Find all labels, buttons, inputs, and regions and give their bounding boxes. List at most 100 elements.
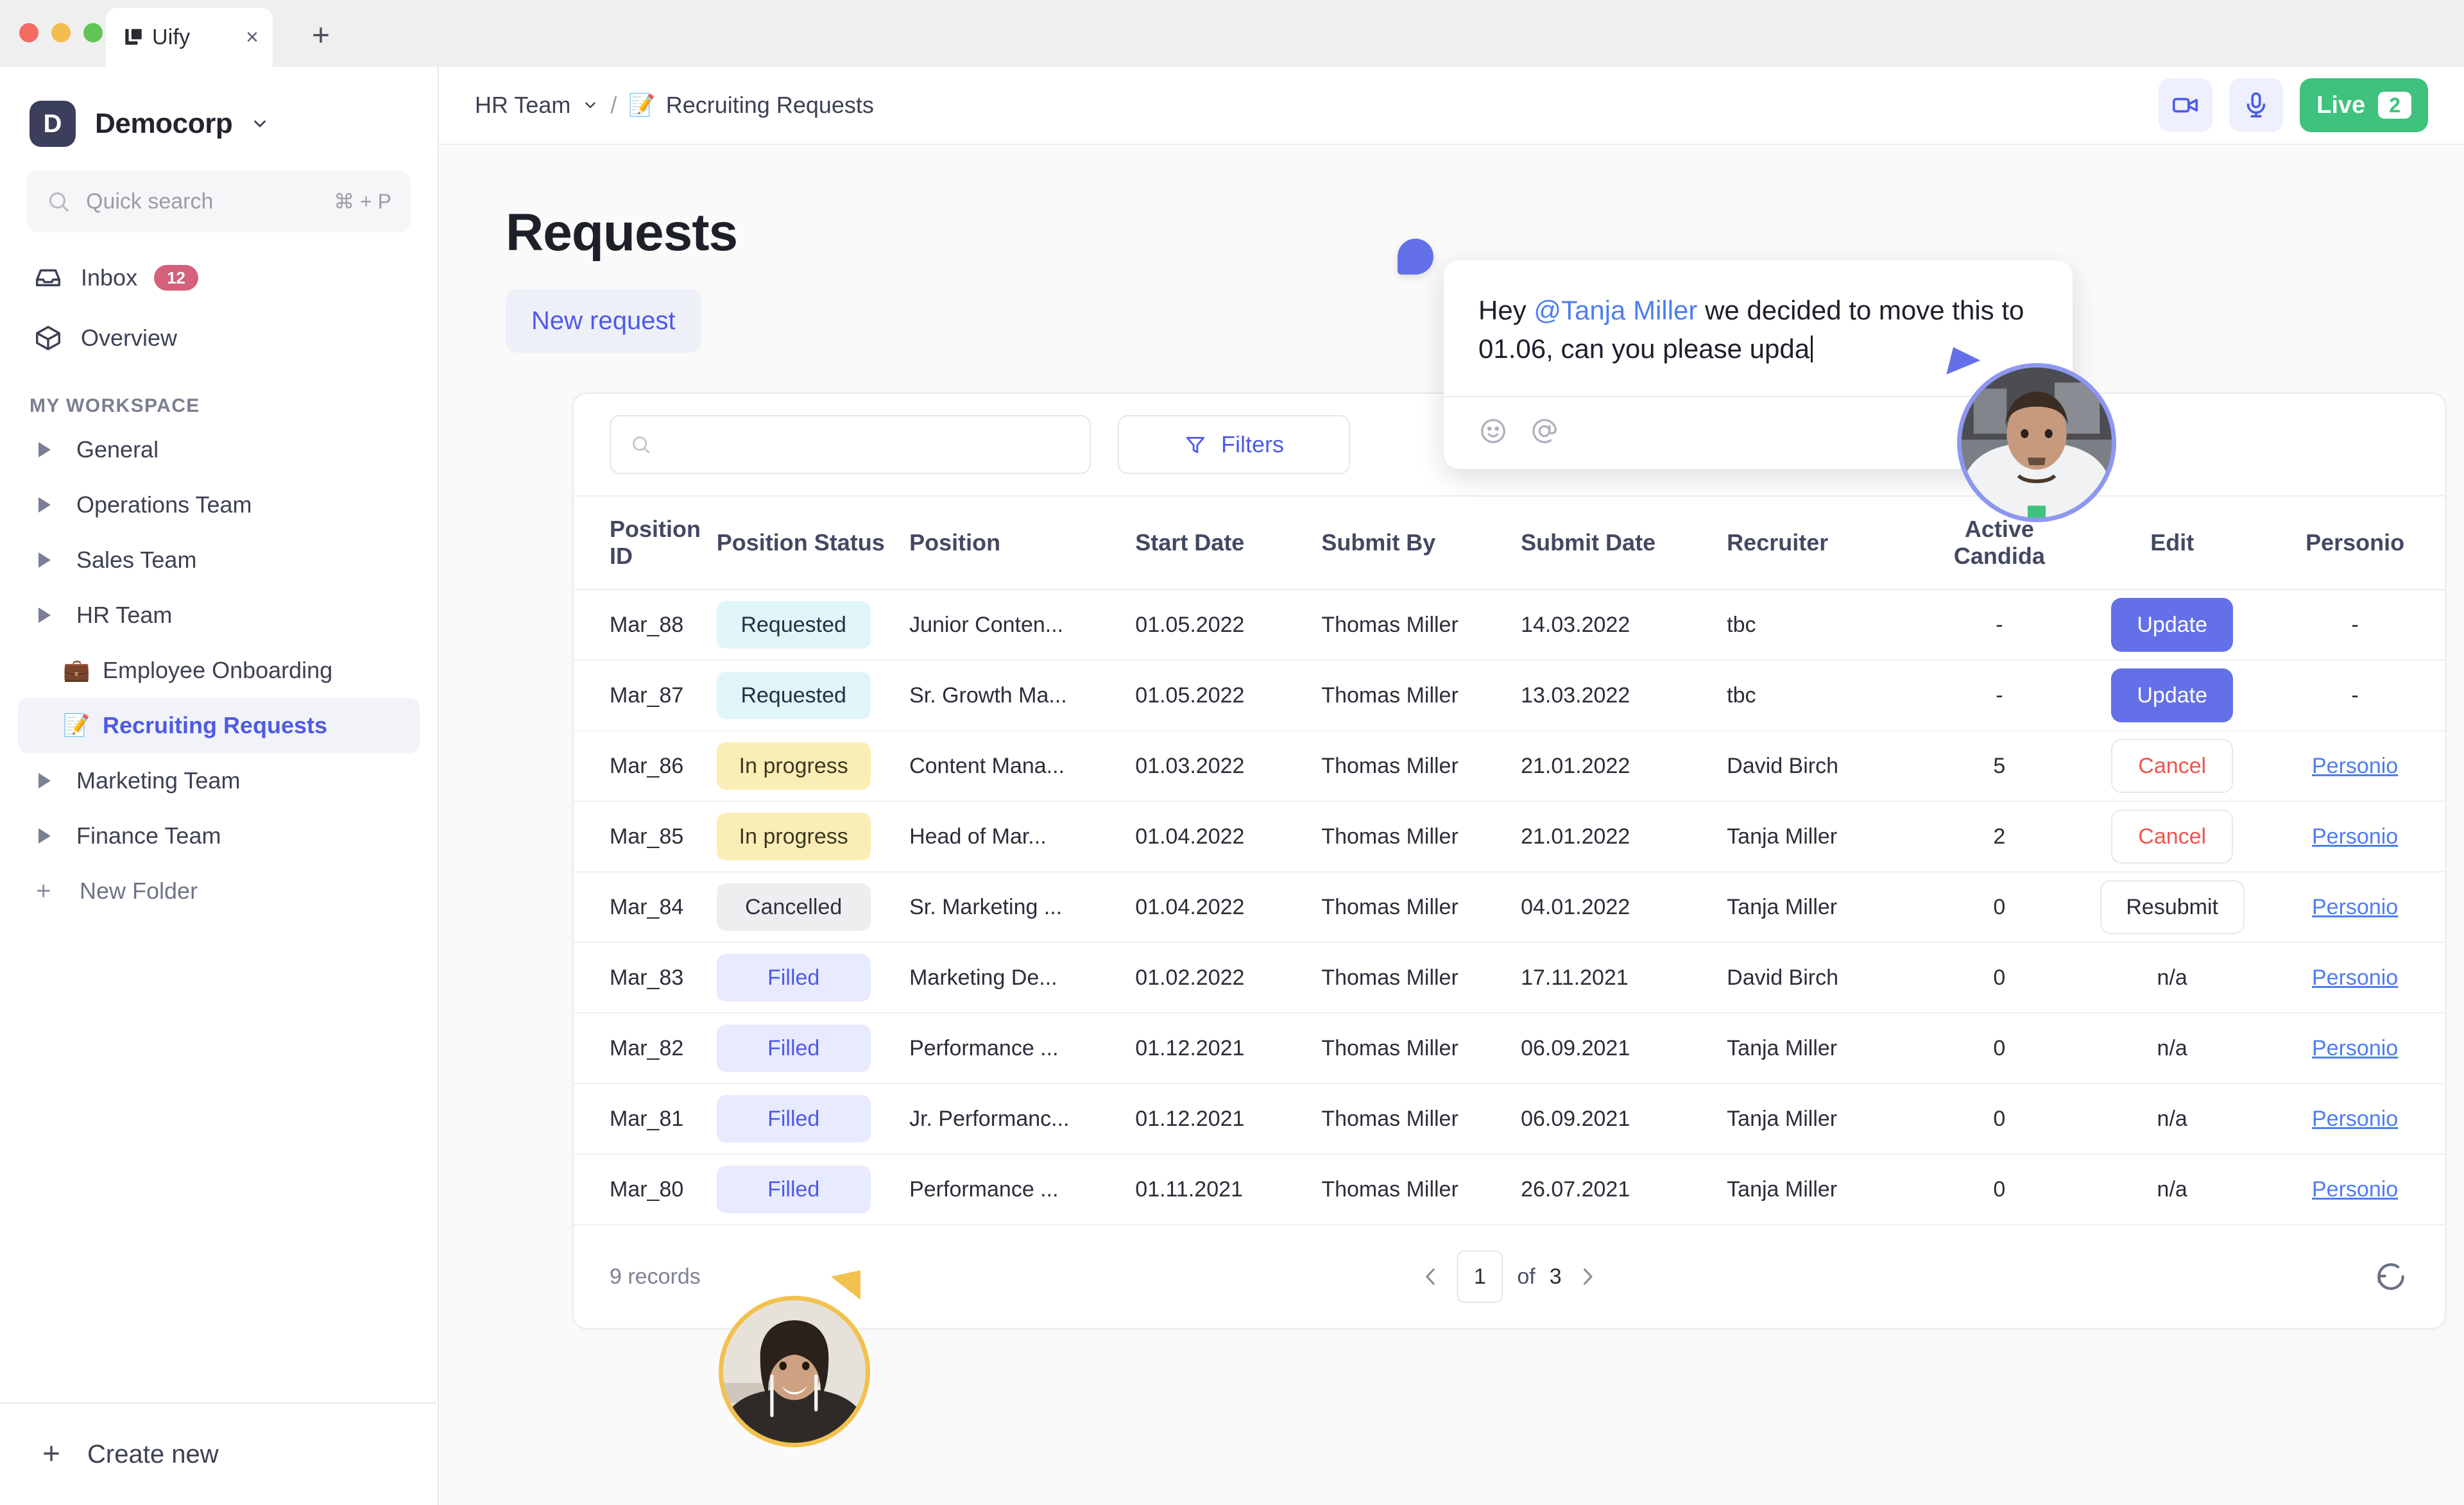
resubmit-button[interactable]: Resubmit [2100,880,2245,934]
column-header-start-date[interactable]: Start Date [1135,495,1322,590]
live-button-label: Live [2316,91,2366,119]
cell-submit-date: 04.01.2022 [1521,872,1727,943]
chevron-left-icon[interactable] [1418,1264,1442,1289]
column-header-position-id[interactable]: Position ID [574,495,717,590]
table-row[interactable]: Mar_87 Requested Sr. Growth Ma... 01.05.202… [574,660,2445,731]
sidebar-item-operations-team[interactable]: Operations Team [18,477,420,532]
table-row[interactable]: Mar_84 Cancelled Sr. Marketing ... 01.04.20… [574,872,2445,943]
cancel-button[interactable]: Cancel [2111,810,2234,863]
live-button[interactable]: Live 2 [2300,78,2428,132]
cell-active-candidates: 2 [1919,801,2080,872]
column-header-position-status[interactable]: Position Status [716,495,910,590]
update-button[interactable]: Update [2111,598,2234,652]
cell-position-id: Mar_86 [574,731,717,802]
close-icon[interactable]: × [246,26,259,48]
quick-search-input[interactable]: Quick search ⌘ + P [27,171,411,232]
personio-link[interactable]: Personio [2312,1036,2398,1060]
cancel-button[interactable]: Cancel [2111,739,2234,793]
plus-icon: + [42,1437,61,1471]
new-folder-button[interactable]: + New Folder [18,863,420,919]
column-header-edit[interactable]: Edit [2079,495,2266,590]
table-search-input[interactable] [664,432,1070,457]
breadcrumb-page[interactable]: Recruiting Requests [666,92,874,119]
column-header-recruiter[interactable]: Recruiter [1727,495,1920,590]
column-header-personio[interactable]: Personio [2265,495,2445,590]
status-badge: Requested [716,601,871,649]
table-row[interactable]: Mar_81 Filled Jr. Performanc... 01.12.2021 T… [574,1084,2445,1155]
filters-button[interactable]: Filters [1118,415,1350,474]
cell-submit-by: Thomas Miller [1321,942,1521,1014]
cell-active-candidates: 0 [1919,1084,2080,1155]
column-header-submit-date[interactable]: Submit Date [1521,495,1727,590]
column-header-position[interactable]: Position [909,495,1136,590]
window-close-button[interactable] [19,23,38,42]
sidebar-item-finance-team[interactable]: Finance Team [18,808,420,863]
personio-link[interactable]: Personio [2312,754,2398,778]
plus-icon: + [36,877,51,905]
cell-personio: Personio [2265,1084,2445,1155]
create-new-label: Create new [87,1440,219,1468]
emoji-icon[interactable] [1478,416,1508,446]
table-search-box[interactable] [610,415,1091,474]
sidebar-item-inbox[interactable]: Inbox 12 [18,248,420,308]
browser-tab-uify[interactable]: Uify × [106,8,273,67]
sidebar-item-recruiting-requests[interactable]: 📝 Recruiting Requests [18,698,420,753]
cell-edit: Cancel [2079,801,2266,872]
window-maximize-button[interactable] [83,23,103,42]
breadcrumb-team[interactable]: HR Team [475,92,570,119]
chevron-down-icon[interactable] [582,97,599,114]
sidebar-item-marketing-team[interactable]: Marketing Team [18,753,420,808]
refresh-icon[interactable] [2373,1259,2409,1295]
new-tab-button[interactable]: + [303,18,339,54]
avatar-female-participant[interactable] [719,1296,870,1447]
cell-start-date: 01.05.2022 [1135,590,1322,661]
comment-mention[interactable]: @Tanja Miller [1534,295,1697,325]
sidebar-item-general[interactable]: General [18,422,420,477]
cell-submit-date: 13.03.2022 [1521,660,1727,731]
avatar-male-participant[interactable] [1957,363,2116,522]
personio-link[interactable]: Personio [2312,895,2398,919]
table-row[interactable]: Mar_80 Filled Performance ... 01.11.2021 Tho… [574,1154,2445,1225]
new-request-button[interactable]: New request [506,289,701,353]
personio-link[interactable]: Personio [2312,1107,2398,1131]
sidebar: D Democorp Quick search ⌘ + P Inbox 12 O… [0,67,439,1505]
sidebar-item-sales-team[interactable]: Sales Team [18,532,420,588]
table-row[interactable]: Mar_82 Filled Performance ... 01.12.2021 Tho… [574,1013,2445,1084]
create-new-button[interactable]: + Create new [0,1402,436,1505]
chevron-right-icon[interactable] [1576,1264,1600,1289]
at-mention-icon[interactable] [1530,416,1559,446]
workspace-name: Democorp [95,108,233,139]
window-minimize-button[interactable] [51,23,71,42]
sidebar-item-overview[interactable]: Overview [18,308,420,368]
cell-position-id: Mar_85 [574,801,717,872]
table-row[interactable]: Mar_83 Filled Marketing De... 01.02.2022 Tho… [574,942,2445,1014]
page-number-input[interactable]: 1 [1457,1250,1503,1303]
personio-link[interactable]: Personio [2312,824,2398,849]
browser-tab-strip: Uify × + [0,0,2464,67]
table-row[interactable]: Mar_85 In progress Head of Mar... 01.04.202… [574,801,2445,872]
cell-recruiter: tbc [1727,590,1920,661]
search-icon [633,436,650,454]
presence-cursor-female [831,1270,860,1300]
table-row[interactable]: Mar_86 In progress Content Mana... 01.03.20… [574,731,2445,802]
chevron-down-icon [254,120,266,128]
comment-cursor-marker[interactable] [1398,239,1433,275]
workspace-switcher[interactable]: D Democorp [0,67,438,153]
personio-link[interactable]: Personio [2312,1177,2398,1202]
sidebar-item-employee-onboarding[interactable]: 💼 Employee Onboarding [18,643,420,698]
cell-start-date: 01.04.2022 [1135,872,1322,943]
update-button[interactable]: Update [2111,668,2234,722]
table-row[interactable]: Mar_88 Requested Junior Conten... 01.05.202… [574,590,2445,661]
sidebar-item-hr-team[interactable]: HR Team [18,588,420,643]
video-camera-button[interactable] [2159,78,2213,132]
personio-link[interactable]: Personio [2312,965,2398,990]
cell-edit: Cancel [2079,731,2266,802]
cell-personio: - [2265,590,2445,661]
comment-text[interactable]: Hey @Tanja Miller we decided to move thi… [1444,260,2073,398]
breadcrumb: HR Team / 📝 Recruiting Requests [475,92,874,119]
microphone-button[interactable] [2229,78,2284,132]
cell-position-status: Filled [716,1013,910,1084]
cell-active-candidates: 0 [1919,872,2080,943]
edit-not-available: n/a [2157,1106,2187,1131]
column-header-submit-by[interactable]: Submit By [1321,495,1521,590]
